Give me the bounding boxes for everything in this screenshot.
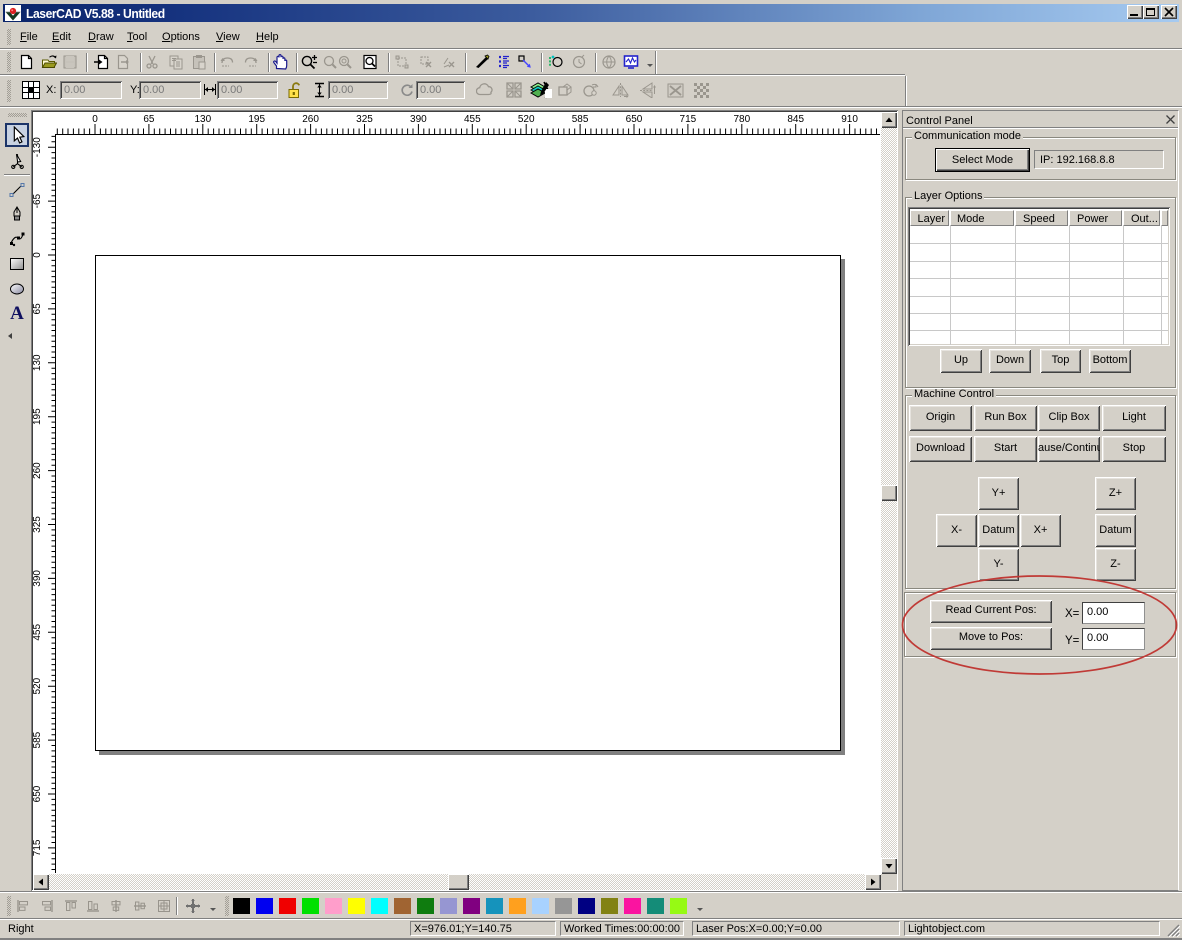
svg-text:65: 65 [32,303,43,315]
svg-text:130: 130 [194,114,211,125]
svg-text:390: 390 [32,570,43,587]
svg-text:260: 260 [32,462,43,479]
svg-text:715: 715 [32,839,43,856]
svg-text:845: 845 [787,114,804,125]
svg-text:715: 715 [680,114,697,125]
svg-text:585: 585 [32,731,43,748]
svg-text:650: 650 [626,114,643,125]
svg-text:520: 520 [32,677,43,694]
svg-text:780: 780 [733,114,750,125]
svg-text:585: 585 [572,114,589,125]
svg-text:-65: -65 [32,193,43,208]
svg-text:195: 195 [248,114,265,125]
svg-text:-130: -130 [32,137,43,157]
svg-text:650: 650 [32,785,43,802]
svg-text:260: 260 [302,114,319,125]
svg-text:390: 390 [410,114,427,125]
svg-text:910: 910 [841,114,858,125]
svg-text:325: 325 [32,516,43,533]
svg-text:0: 0 [92,114,98,125]
svg-text:65: 65 [143,114,155,125]
svg-text:0: 0 [32,252,43,258]
svg-text:520: 520 [518,114,535,125]
svg-text:130: 130 [32,354,43,371]
svg-text:195: 195 [32,408,43,425]
svg-text:455: 455 [464,114,481,125]
svg-text:455: 455 [32,624,43,641]
svg-text:325: 325 [356,114,373,125]
